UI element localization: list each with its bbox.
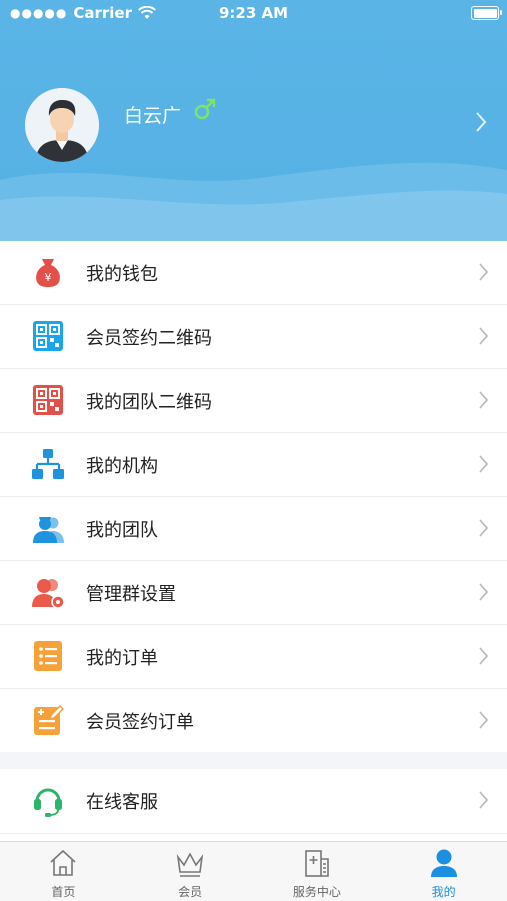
tab-mine[interactable]: 我的 bbox=[380, 842, 507, 901]
profile-row[interactable]: 白云广 bbox=[0, 85, 507, 165]
tab-label: 首页 bbox=[51, 885, 76, 899]
chevron-right-icon bbox=[479, 711, 489, 729]
crown-icon bbox=[176, 852, 204, 877]
menu-list: ¥ 我的钱包 会员签约二维码 我的团队二维码 我的机构 我的团队 管理群设置 我… bbox=[0, 241, 507, 752]
chevron-right-icon[interactable] bbox=[475, 111, 487, 133]
svg-text:¥: ¥ bbox=[45, 271, 52, 284]
menu-item-label: 会员签约二维码 bbox=[86, 327, 212, 349]
tab-home[interactable]: 首页 bbox=[0, 842, 127, 901]
menu-item-label: 我的订单 bbox=[86, 647, 158, 669]
user-name: 白云广 bbox=[124, 105, 182, 127]
menu-item-label: 我的钱包 bbox=[86, 263, 158, 285]
chevron-right-icon bbox=[479, 327, 489, 345]
avatar-person-icon bbox=[25, 88, 99, 162]
group-settings-icon bbox=[32, 579, 65, 609]
menu-item-label: 我的团队 bbox=[86, 519, 158, 541]
qr-code-blue-icon bbox=[33, 321, 63, 351]
headset-icon bbox=[34, 788, 62, 817]
menu-list-support: 在线客服 bbox=[0, 769, 507, 841]
chevron-right-icon bbox=[479, 583, 489, 601]
tab-member[interactable]: 会员 bbox=[127, 842, 254, 901]
avatar[interactable] bbox=[25, 88, 99, 162]
sign-order-icon bbox=[34, 704, 65, 735]
menu-item-organization[interactable]: 我的机构 bbox=[0, 433, 507, 497]
chevron-right-icon bbox=[479, 519, 489, 537]
menu-item-member-sign-orders[interactable]: 会员签约订单 bbox=[0, 689, 507, 752]
menu-item-label: 会员签约订单 bbox=[86, 711, 194, 733]
chevron-right-icon bbox=[479, 263, 489, 281]
wallet-icon: ¥ bbox=[36, 259, 60, 287]
service-center-icon bbox=[305, 850, 329, 877]
tab-label: 会员 bbox=[178, 885, 203, 899]
menu-item-label: 我的机构 bbox=[86, 455, 158, 477]
profile-header: ●●●●● Carrier 9:23 AM 白云广 bbox=[0, 0, 507, 241]
tab-label: 服务中心 bbox=[292, 885, 341, 899]
chevron-right-icon bbox=[479, 391, 489, 409]
menu-item-label: 在线客服 bbox=[86, 792, 158, 813]
tab-service-center[interactable]: 服务中心 bbox=[254, 842, 381, 901]
menu-item-team-qr[interactable]: 我的团队二维码 bbox=[0, 369, 507, 433]
tab-label: 我的 bbox=[431, 885, 456, 899]
team-icon bbox=[33, 517, 64, 543]
battery-icon bbox=[471, 6, 502, 20]
menu-item-group-settings[interactable]: 管理群设置 bbox=[0, 561, 507, 625]
menu-item-wallet[interactable]: ¥ 我的钱包 bbox=[0, 241, 507, 305]
menu-item-team[interactable]: 我的团队 bbox=[0, 497, 507, 561]
tab-bar: 首页 会员 服务中心 我的 bbox=[0, 841, 507, 901]
chevron-right-icon bbox=[479, 455, 489, 473]
home-icon bbox=[50, 849, 76, 876]
male-gender-icon bbox=[194, 98, 216, 120]
menu-item-label: 我的团队二维码 bbox=[86, 391, 212, 413]
chevron-right-icon bbox=[479, 791, 489, 809]
org-chart-icon bbox=[32, 449, 64, 479]
menu-item-online-service[interactable]: 在线客服 bbox=[0, 769, 507, 834]
status-time: 9:23 AM bbox=[218, 4, 289, 22]
status-bar: ●●●●● Carrier 9:23 AM bbox=[0, 0, 507, 26]
menu-item-member-qr[interactable]: 会员签约二维码 bbox=[0, 305, 507, 369]
qr-code-red-icon bbox=[33, 385, 63, 415]
order-list-icon bbox=[34, 641, 62, 671]
chevron-right-icon bbox=[479, 647, 489, 665]
menu-item-orders[interactable]: 我的订单 bbox=[0, 625, 507, 689]
menu-item-label: 管理群设置 bbox=[86, 583, 176, 605]
user-icon bbox=[430, 849, 457, 877]
